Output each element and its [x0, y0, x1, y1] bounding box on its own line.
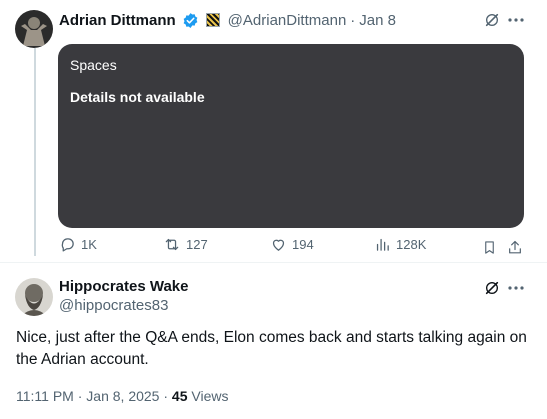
views-count: 128K: [396, 237, 427, 252]
spaces-card[interactable]: Spaces Details not available: [58, 44, 524, 228]
grok-icon[interactable]: [483, 279, 501, 297]
reply-meta: 11:11 PM · Jan 8, 2025 · 45 Views: [16, 388, 228, 404]
reply-avatar[interactable]: [15, 278, 53, 316]
post-date[interactable]: Jan 8: [359, 12, 396, 29]
author-name[interactable]: Adrian Dittmann: [59, 12, 176, 29]
repost-button[interactable]: 127: [163, 236, 208, 253]
repost-count: 127: [186, 237, 208, 252]
reply-timestamp[interactable]: 11:11 PM · Jan 8, 2025 ·: [16, 388, 172, 404]
views-icon: [376, 238, 389, 251]
reply-button[interactable]: 1K: [59, 236, 97, 253]
affiliate-badge-icon: [205, 13, 220, 27]
like-button[interactable]: 194: [270, 236, 314, 253]
share-icon[interactable]: [506, 238, 524, 256]
avatar[interactable]: [15, 10, 53, 48]
more-icon[interactable]: [506, 11, 526, 29]
reply-icon: [61, 238, 74, 252]
reply-author-handle[interactable]: @hippocrates83: [59, 297, 168, 314]
reply-views-count: 45: [171, 388, 188, 404]
bookmark-icon[interactable]: [480, 238, 498, 256]
separator: ·: [350, 11, 356, 29]
like-count: 194: [292, 237, 314, 252]
verified-badge-icon: [182, 12, 199, 29]
repost-icon: [165, 238, 179, 251]
post-header: Adrian Dittmann @AdrianDittmann · Jan 8: [59, 10, 396, 30]
reply-views-label: Views: [187, 388, 229, 404]
views-button[interactable]: 128K: [374, 236, 426, 253]
like-icon: [272, 239, 285, 251]
thread-line: [34, 48, 36, 256]
grok-icon[interactable]: [483, 11, 501, 29]
divider: [0, 262, 547, 263]
author-handle[interactable]: @AdrianDittmann: [228, 12, 347, 29]
reply-author-name[interactable]: Hippocrates Wake: [59, 278, 189, 295]
card-detail: Details not available: [70, 89, 205, 105]
more-icon[interactable]: [506, 279, 526, 297]
reply-count: 1K: [81, 237, 97, 252]
card-title: Spaces: [70, 57, 117, 73]
reply-text: Nice, just after the Q&A ends, Elon come…: [16, 329, 527, 368]
